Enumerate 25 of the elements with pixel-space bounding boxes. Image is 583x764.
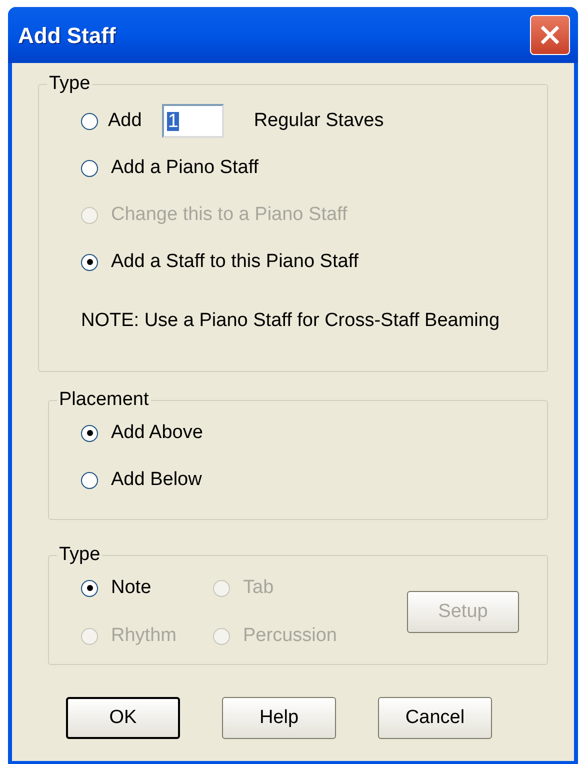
dialog-button[interactable]: Help — [222, 697, 336, 739]
radio-label: Tab — [243, 576, 274, 600]
dialog-button[interactable]: Cancel — [378, 697, 492, 739]
dialog-button[interactable]: OK — [66, 697, 180, 739]
radio-button[interactable] — [81, 580, 98, 596]
radio-label: Change this to a Piano Staff — [111, 202, 348, 227]
radio-button[interactable] — [81, 472, 98, 488]
radio-label: Note — [111, 576, 152, 600]
radio-label: Percussion — [243, 624, 337, 648]
close-icon — [539, 24, 561, 46]
close-button[interactable] — [530, 15, 570, 55]
radio-button[interactable] — [81, 112, 98, 130]
note-text: NOTE: Use a Piano Staff for Cross-Staff Beaming — [81, 309, 501, 333]
radio-label: Rhythm — [111, 624, 176, 648]
radio-button[interactable] — [81, 424, 98, 442]
radio-button[interactable] — [81, 254, 98, 270]
staves-label: Regular Staves — [254, 108, 384, 133]
radio-label: Add a Staff to this Piano Staff — [111, 250, 359, 274]
radio-button[interactable] — [81, 160, 98, 176]
window-title: Add Staff — [18, 22, 116, 50]
radio-label: Add a Piano Staff — [111, 156, 259, 180]
radio-label: Add Below — [111, 468, 202, 492]
count-field[interactable]: 1 — [162, 104, 224, 138]
radio-label: Add — [108, 108, 142, 133]
radio-label: Add Above — [111, 420, 203, 445]
